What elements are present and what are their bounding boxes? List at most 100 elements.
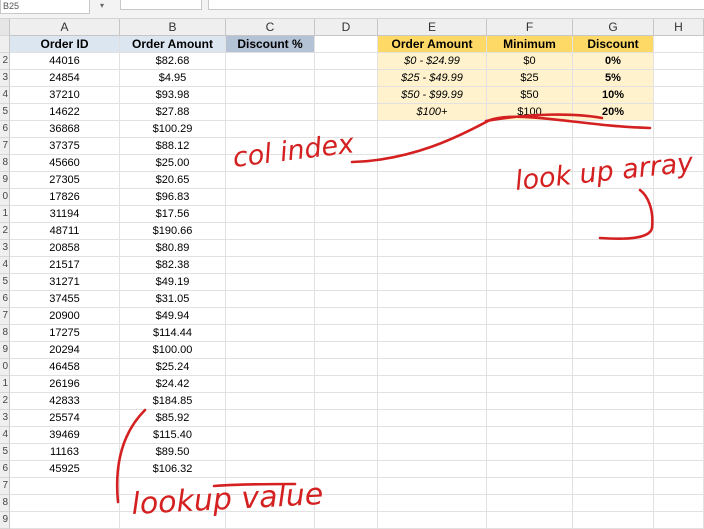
empty-cell[interactable] (573, 138, 654, 155)
order-id-cell[interactable]: 48711 (10, 223, 120, 240)
discount-cell[interactable] (226, 240, 315, 257)
empty-cell[interactable] (315, 461, 378, 478)
empty-cell[interactable] (378, 172, 487, 189)
order-amount-cell[interactable]: $25.24 (120, 359, 226, 376)
empty-cell[interactable] (315, 512, 378, 529)
empty-cell[interactable] (654, 359, 704, 376)
discount-cell[interactable] (226, 444, 315, 461)
empty-cell[interactable] (226, 495, 315, 512)
discount-cell[interactable] (226, 342, 315, 359)
column-header-e[interactable]: E (378, 19, 487, 36)
empty-cell[interactable] (378, 512, 487, 529)
order-amount-cell[interactable]: $82.68 (120, 53, 226, 70)
empty-cell[interactable] (573, 512, 654, 529)
order-amount-cell[interactable]: $82.38 (120, 257, 226, 274)
empty-cell[interactable] (487, 308, 573, 325)
lookup-header-order-amount[interactable]: Order Amount (378, 36, 487, 53)
order-id-cell[interactable]: 45660 (10, 155, 120, 172)
row-number[interactable]: 8 (0, 495, 10, 512)
lookup-discount-cell[interactable]: 5% (573, 70, 654, 87)
empty-cell[interactable] (573, 393, 654, 410)
empty-cell[interactable] (487, 189, 573, 206)
empty-cell[interactable] (654, 87, 704, 104)
empty-cell[interactable] (315, 138, 378, 155)
row-number[interactable]: 0 (0, 189, 10, 206)
discount-cell[interactable] (226, 274, 315, 291)
column-header-h[interactable]: H (654, 19, 704, 36)
empty-cell[interactable] (573, 223, 654, 240)
empty-cell[interactable] (378, 342, 487, 359)
empty-cell[interactable] (378, 189, 487, 206)
lookup-discount-cell[interactable]: 20% (573, 104, 654, 121)
order-id-cell[interactable]: 42833 (10, 393, 120, 410)
empty-cell[interactable] (378, 495, 487, 512)
empty-cell[interactable] (654, 308, 704, 325)
empty-cell[interactable] (654, 240, 704, 257)
empty-cell[interactable] (573, 206, 654, 223)
order-amount-cell[interactable]: $96.83 (120, 189, 226, 206)
empty-cell[interactable] (654, 172, 704, 189)
order-id-cell[interactable]: 17826 (10, 189, 120, 206)
row-number[interactable]: 2 (0, 393, 10, 410)
row-number[interactable]: 9 (0, 172, 10, 189)
discount-cell[interactable] (226, 325, 315, 342)
discount-cell[interactable] (226, 461, 315, 478)
empty-cell[interactable] (654, 121, 704, 138)
empty-cell[interactable] (654, 478, 704, 495)
discount-cell[interactable] (226, 308, 315, 325)
discount-cell[interactable] (226, 104, 315, 121)
order-amount-cell[interactable]: $27.88 (120, 104, 226, 121)
lookup-discount-cell[interactable]: 0% (573, 53, 654, 70)
header-order-id[interactable]: Order ID (10, 36, 120, 53)
column-header-b[interactable]: B (120, 19, 226, 36)
discount-cell[interactable] (226, 359, 315, 376)
order-amount-cell[interactable]: $114.44 (120, 325, 226, 342)
order-id-cell[interactable]: 20900 (10, 308, 120, 325)
order-amount-cell[interactable]: $100.00 (120, 342, 226, 359)
discount-cell[interactable] (226, 70, 315, 87)
discount-cell[interactable] (226, 257, 315, 274)
empty-cell[interactable] (654, 393, 704, 410)
order-id-cell[interactable]: 31194 (10, 206, 120, 223)
empty-cell[interactable] (487, 291, 573, 308)
lookup-range-cell[interactable]: $100+ (378, 104, 487, 121)
row-number[interactable]: 1 (0, 376, 10, 393)
discount-cell[interactable] (226, 410, 315, 427)
order-amount-cell[interactable]: $184.85 (120, 393, 226, 410)
column-header-g[interactable]: G (573, 19, 654, 36)
row-number[interactable]: 7 (0, 478, 10, 495)
row-number[interactable]: 7 (0, 138, 10, 155)
empty-cell[interactable] (487, 461, 573, 478)
empty-cell[interactable] (378, 478, 487, 495)
lookup-minimum-cell[interactable]: $25 (487, 70, 573, 87)
discount-cell[interactable] (226, 138, 315, 155)
row-number[interactable]: 8 (0, 325, 10, 342)
lookup-minimum-cell[interactable]: $100 (487, 104, 573, 121)
empty-cell[interactable] (378, 257, 487, 274)
empty-cell[interactable] (10, 478, 120, 495)
empty-cell[interactable] (573, 359, 654, 376)
row-number[interactable]: 9 (0, 512, 10, 529)
order-amount-cell[interactable]: $88.12 (120, 138, 226, 155)
order-id-cell[interactable]: 20294 (10, 342, 120, 359)
order-amount-cell[interactable]: $25.00 (120, 155, 226, 172)
empty-cell[interactable] (315, 155, 378, 172)
empty-cell[interactable] (378, 138, 487, 155)
order-amount-cell[interactable]: $20.65 (120, 172, 226, 189)
empty-cell[interactable] (487, 172, 573, 189)
empty-cell[interactable] (315, 172, 378, 189)
empty-cell[interactable] (573, 308, 654, 325)
order-id-cell[interactable]: 20858 (10, 240, 120, 257)
header-order-amount[interactable]: Order Amount (120, 36, 226, 53)
column-header-c[interactable]: C (226, 19, 315, 36)
lookup-minimum-cell[interactable]: $50 (487, 87, 573, 104)
order-id-cell[interactable]: 25574 (10, 410, 120, 427)
row-number[interactable]: 1 (0, 206, 10, 223)
lookup-minimum-cell[interactable]: $0 (487, 53, 573, 70)
empty-cell[interactable] (120, 478, 226, 495)
empty-cell[interactable] (378, 155, 487, 172)
empty-cell[interactable] (487, 121, 573, 138)
order-amount-cell[interactable]: $93.98 (120, 87, 226, 104)
empty-cell[interactable] (573, 172, 654, 189)
empty-cell[interactable] (378, 121, 487, 138)
